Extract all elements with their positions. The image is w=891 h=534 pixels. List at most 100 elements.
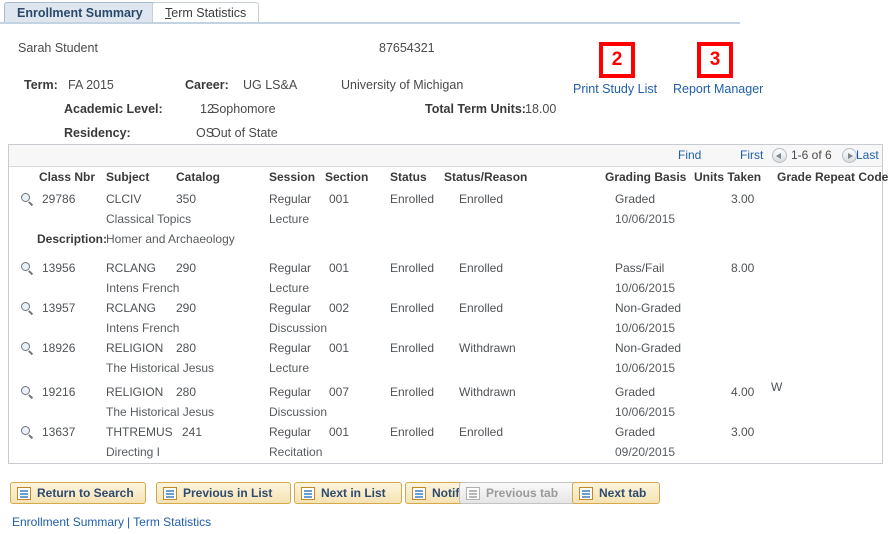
cell-class-nbr: 18926 — [42, 341, 76, 355]
cell-session: Regular — [269, 425, 312, 439]
grid-column-headers: Class Nbr Subject Catalog Session Sectio… — [9, 167, 888, 187]
cell-status: Enrolled — [390, 192, 435, 206]
cell-status-reason: Withdrawn — [459, 385, 516, 399]
column-header-section: Section — [325, 170, 369, 184]
cell-grading-basis: Non-Graded — [615, 341, 682, 355]
residency-description: Out of State — [211, 126, 278, 140]
row-detail-magnifier-icon[interactable] — [21, 386, 35, 400]
cell-catalog: 241 — [182, 425, 203, 439]
next-in-list-label: Next in List — [321, 486, 386, 500]
row-detail-magnifier-icon[interactable] — [21, 342, 35, 356]
cell-component: Discussion — [269, 405, 328, 419]
column-header-status: Status — [390, 170, 427, 184]
cell-units-taken: 8.00 — [731, 261, 755, 275]
grid-first-link[interactable]: First — [740, 148, 763, 162]
tab-enrollment-summary[interactable]: Enrollment Summary — [4, 2, 156, 22]
next-tab-button[interactable]: Next tab — [572, 482, 660, 504]
cell-grading-date: 10/06/2015 — [615, 321, 676, 335]
student-id: 87654321 — [379, 41, 435, 55]
annotation-badge-3: 3 — [697, 42, 733, 78]
cell-section: 001 — [329, 192, 350, 206]
previous-tab-icon — [466, 487, 480, 500]
next-tab-icon — [579, 487, 593, 500]
cell-grading-date: 10/06/2015 — [615, 405, 676, 419]
cell-class-nbr: 19216 — [42, 385, 76, 399]
column-header-grade: Grade — [777, 170, 812, 184]
cell-component: Lecture — [269, 212, 310, 226]
column-header-class-nbr: Class Nbr — [39, 170, 96, 184]
search-return-icon — [17, 487, 31, 500]
column-header-subject: Subject — [106, 170, 150, 184]
cell-section: 001 — [329, 341, 350, 355]
cell-units-taken: 3.00 — [731, 192, 755, 206]
tab-term-statistics[interactable]: Term Statistics — [152, 2, 260, 22]
row-detail-magnifier-icon[interactable] — [21, 426, 35, 440]
cell-grade: W — [771, 380, 783, 394]
next-in-list-button[interactable]: Next in List — [294, 482, 402, 504]
row-detail-magnifier-icon[interactable] — [21, 302, 35, 316]
previous-tab-button: Previous tab — [459, 482, 578, 504]
cell-component: Discussion — [269, 321, 328, 335]
total-term-units-value: 18.00 — [525, 102, 557, 116]
cell-grading-basis: Graded — [615, 385, 656, 399]
return-to-search-button[interactable]: Return to Search — [10, 482, 146, 504]
cell-grading-basis: Pass/Fail — [615, 261, 665, 275]
cell-units-taken: 4.00 — [731, 385, 755, 399]
next-tab-label: Next tab — [599, 486, 647, 500]
up-list-icon — [163, 487, 177, 500]
cell-class-nbr: 13956 — [42, 261, 76, 275]
footer-link-term-statistics[interactable]: Term Statistics — [133, 515, 211, 529]
cell-component: Recitation — [269, 445, 323, 459]
cell-status: Enrolled — [390, 385, 435, 399]
academic-level-description: Sophomore — [211, 102, 276, 116]
cell-component: Lecture — [269, 281, 310, 295]
column-header-session: Session — [269, 170, 316, 184]
cell-section: 001 — [329, 425, 350, 439]
cell-subject: RCLANG — [106, 261, 157, 275]
cell-description: Homer and Archaeology — [106, 232, 235, 246]
grid-find-link[interactable]: Find — [678, 148, 701, 162]
grid-next-page-icon[interactable] — [842, 148, 857, 163]
grid-last-link[interactable]: Last — [856, 148, 879, 162]
column-header-status-reason: Status/Reason — [444, 170, 528, 184]
residency-label: Residency: — [64, 126, 131, 140]
footer-links: Enrollment Summary | Term Statistics — [12, 515, 211, 529]
grid-row-range: 1-6 of 6 — [791, 148, 832, 162]
cell-subject: RCLANG — [106, 301, 157, 315]
cell-catalog: 280 — [176, 385, 197, 399]
cell-catalog: 290 — [176, 261, 197, 275]
institution-value: University of Michigan — [341, 78, 464, 92]
previous-tab-label: Previous tab — [486, 486, 559, 500]
cell-session: Regular — [269, 385, 312, 399]
cell-course-title: Classical Topics — [106, 212, 192, 226]
previous-in-list-button[interactable]: Previous in List — [156, 482, 291, 504]
cell-units-taken: 3.00 — [731, 425, 755, 439]
report-manager-link[interactable]: Report Manager — [673, 82, 763, 96]
academic-level-label: Academic Level: — [64, 102, 163, 116]
cell-session: Regular — [269, 301, 312, 315]
cell-course-title: Intens French — [106, 281, 180, 295]
cell-catalog: 290 — [176, 301, 197, 315]
grid-navigation-bar: Find First 1-6 of 6 Last — [9, 145, 882, 167]
row-detail-magnifier-icon[interactable] — [21, 193, 35, 207]
column-header-units-taken: Units Taken — [694, 170, 762, 184]
enrollment-grid: Find First 1-6 of 6 Last Class Nbr Subje… — [8, 144, 888, 464]
term-label: Term: — [24, 78, 58, 92]
cell-grading-date: 10/06/2015 — [615, 212, 676, 226]
row-detail-magnifier-icon[interactable] — [21, 262, 35, 276]
cell-class-nbr: 13637 — [42, 425, 76, 439]
footer-separator: | — [127, 515, 131, 529]
cell-subject: THTREMUS — [106, 425, 173, 439]
cell-grading-basis: Non-Graded — [615, 301, 682, 315]
cell-subject: RELIGION — [106, 385, 164, 399]
cell-status-reason: Enrolled — [459, 261, 504, 275]
footer-link-enrollment-summary[interactable]: Enrollment Summary — [12, 515, 124, 529]
grid-previous-page-icon[interactable] — [772, 148, 787, 163]
cell-status-reason: Enrolled — [459, 301, 504, 315]
cell-session: Regular — [269, 192, 312, 206]
cell-course-title: Directing I — [106, 445, 161, 459]
previous-in-list-label: Previous in List — [183, 486, 273, 500]
print-study-list-link[interactable]: Print Study List — [573, 82, 657, 96]
cell-status: Enrolled — [390, 261, 435, 275]
cell-class-nbr: 29786 — [42, 192, 76, 206]
